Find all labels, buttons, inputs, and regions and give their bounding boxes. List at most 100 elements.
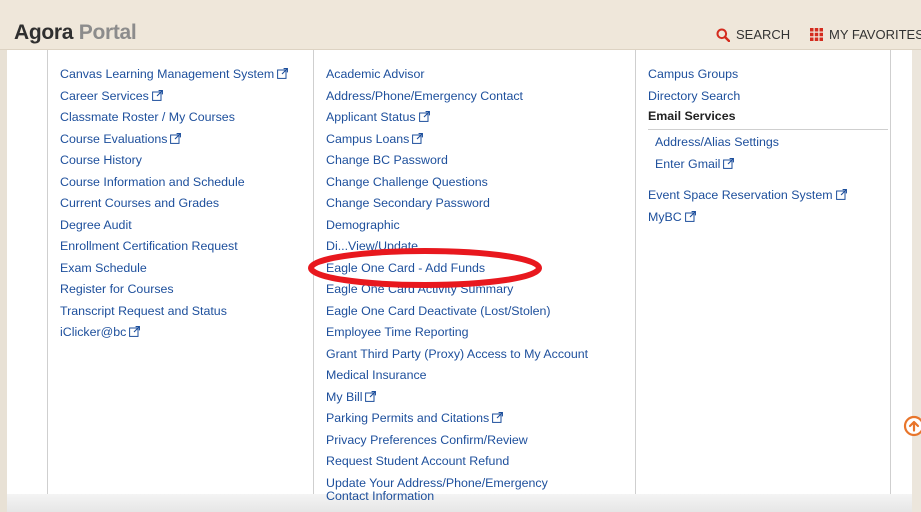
list-item-career-services[interactable]: Career Services xyxy=(60,86,288,108)
favorites-label: MY FAVORITES xyxy=(829,27,921,42)
link-label: Update Your Address/Phone/Emergency Cont… xyxy=(326,475,548,503)
external-link-icon xyxy=(365,390,377,402)
list-item-my-bill[interactable]: My Bill xyxy=(326,387,588,409)
link-label: Medical Insurance xyxy=(326,368,427,382)
external-link-icon xyxy=(412,132,424,144)
column-divider xyxy=(47,50,48,505)
external-link-icon xyxy=(277,68,289,79)
list-item-applicant-status[interactable]: Applicant Status xyxy=(326,107,588,129)
list-item-exam-schedule[interactable]: Exam Schedule xyxy=(60,258,288,280)
link-label: Employee Time Reporting xyxy=(326,325,469,339)
link-label: Current Courses and Grades xyxy=(60,196,220,210)
link-label: Change Secondary Password xyxy=(326,196,490,210)
list-item-mybc[interactable]: MyBC xyxy=(648,207,888,229)
list-item-event-space[interactable]: Event Space Reservation System xyxy=(648,185,888,207)
brand-main: Agora xyxy=(14,21,74,44)
list-item-change-challenge-questions[interactable]: Change Challenge Questions xyxy=(326,172,588,194)
link-label: Transcript Request and Status xyxy=(60,303,227,318)
link-label: Applicant Status xyxy=(326,110,416,124)
link-label: Event Space Reservation System xyxy=(648,188,833,202)
list-item-demographic[interactable]: Demographic xyxy=(326,215,588,237)
portal-header: Agora Portal SEARCH MY FAVORITES xyxy=(0,0,921,50)
link-label: Demographic xyxy=(326,217,400,232)
link-label: MyBC xyxy=(648,209,682,224)
search-button[interactable]: SEARCH xyxy=(716,27,790,42)
search-label: SEARCH xyxy=(736,27,791,42)
list-item-register-for-courses[interactable]: Register for Courses xyxy=(60,279,288,301)
list-item-grant-third-party-proxy-access-to-my-account[interactable]: Grant Third Party (Proxy) Access to My A… xyxy=(326,344,588,366)
list-item-enrollment-certification-request[interactable]: Enrollment Certification Request xyxy=(60,236,288,258)
link-label: Course Information and Schedule xyxy=(60,174,245,189)
external-link-icon xyxy=(170,132,182,144)
list-item-degree-audit[interactable]: Degree Audit xyxy=(60,215,288,237)
list-item-eagle-one-card-deactivate-lost-stolen[interactable]: Eagle One Card Deactivate (Lost/Stolen) xyxy=(326,301,588,323)
link-label: Change Challenge Questions xyxy=(326,174,488,189)
list-item-directory-search[interactable]: Directory Search xyxy=(648,86,888,108)
link-label: Parking Permits and Citations xyxy=(326,411,490,425)
link-label: Change BC Password xyxy=(326,153,448,167)
list-item-campus-loans[interactable]: Campus Loans xyxy=(326,129,588,151)
list-item-course-history[interactable]: Course History xyxy=(60,150,288,172)
link-label: Request Student Account Refund xyxy=(326,454,510,468)
column-divider xyxy=(890,50,891,505)
list-item-enter-gmail[interactable]: Enter Gmail xyxy=(648,154,888,176)
link-label: Academic Advisor xyxy=(326,67,425,81)
list-item-parking-permits-and-citations[interactable]: Parking Permits and Citations xyxy=(326,408,588,430)
list-item-iclicker-bc[interactable]: iClicker@bc xyxy=(60,322,288,344)
list-item-classmate-roster-my-courses[interactable]: Classmate Roster / My Courses xyxy=(60,107,288,129)
column-divider xyxy=(635,50,636,505)
link-label: Eagle One Card Deactivate (Lost/Stolen) xyxy=(326,303,551,318)
list-item-medical-insurance[interactable]: Medical Insurance xyxy=(326,365,588,387)
external-link-icon xyxy=(835,189,847,200)
link-label: Privacy Preferences Confirm/Review xyxy=(326,432,528,447)
external-link-icon xyxy=(684,210,696,222)
scroll-to-top-icon[interactable] xyxy=(903,415,921,437)
my-favorites-button[interactable]: MY FAVORITES xyxy=(810,27,921,42)
external-link-icon xyxy=(418,111,430,122)
list-item-request-student-account-refund[interactable]: Request Student Account Refund xyxy=(326,451,588,473)
link-label: Register for Courses xyxy=(60,282,174,296)
link-label: Exam Schedule xyxy=(60,260,147,275)
list-item-transcript-request-and-status[interactable]: Transcript Request and Status xyxy=(60,301,288,323)
external-link-icon xyxy=(492,412,504,423)
list-item-campus-groups[interactable]: Campus Groups xyxy=(648,64,888,86)
link-label: Degree Audit xyxy=(60,217,132,232)
link-label: Enrollment Certification Request xyxy=(60,239,238,253)
link-label: Classmate Roster / My Courses xyxy=(60,110,235,124)
grid-icon xyxy=(810,28,823,41)
left-gutter xyxy=(0,50,7,512)
link-label: My Bill xyxy=(326,389,363,404)
list-item-update-your-address-phone-emergency-contact-information[interactable]: Update Your Address/Phone/Emergency Cont… xyxy=(326,473,576,503)
list-item-change-bc-password[interactable]: Change BC Password xyxy=(326,150,588,172)
list-item-current-courses-and-grades[interactable]: Current Courses and Grades xyxy=(60,193,288,215)
brand-sub: Portal xyxy=(78,21,137,44)
link-label: Course Evaluations xyxy=(60,131,168,146)
portal-logo[interactable]: Agora Portal xyxy=(14,21,137,45)
list-item-course-evaluations[interactable]: Course Evaluations xyxy=(60,129,288,151)
list-item-address-phone-emergency-contact[interactable]: Address/Phone/Emergency Contact xyxy=(326,86,588,108)
list-item-privacy-preferences-confirm-review[interactable]: Privacy Preferences Confirm/Review xyxy=(326,430,588,452)
email-services-title: Email Services xyxy=(648,107,888,130)
link-label: Address/Phone/Emergency Contact xyxy=(326,88,523,103)
link-label: iClicker@bc xyxy=(60,325,127,339)
external-link-icon xyxy=(151,89,163,101)
list-item-change-secondary-password[interactable]: Change Secondary Password xyxy=(326,193,588,215)
external-link-icon xyxy=(723,157,735,169)
list-item-address-alias[interactable]: Address/Alias Settings xyxy=(648,132,888,154)
list-item-course-information-and-schedule[interactable]: Course Information and Schedule xyxy=(60,172,288,194)
highlight-ellipse xyxy=(308,248,542,288)
link-label: Enter Gmail xyxy=(655,156,721,171)
link-label: Campus Loans xyxy=(326,131,410,146)
link-label: Course History xyxy=(60,153,142,167)
right-gutter xyxy=(912,50,921,512)
services-column-campus: Campus Groups Directory Search Email Ser… xyxy=(648,64,888,228)
list-item-employee-time-reporting[interactable]: Employee Time Reporting xyxy=(326,322,588,344)
link-label: Canvas Learning Management System xyxy=(60,67,275,81)
services-column-academic: Canvas Learning Management System Career … xyxy=(60,64,289,344)
external-link-icon xyxy=(129,326,141,337)
search-icon xyxy=(716,28,730,42)
list-item-canvas-learning-management-system[interactable]: Canvas Learning Management System xyxy=(60,64,289,86)
email-services-section: Email Services xyxy=(648,107,888,130)
link-label: Career Services xyxy=(60,88,149,103)
list-item-academic-advisor[interactable]: Academic Advisor xyxy=(326,64,588,86)
